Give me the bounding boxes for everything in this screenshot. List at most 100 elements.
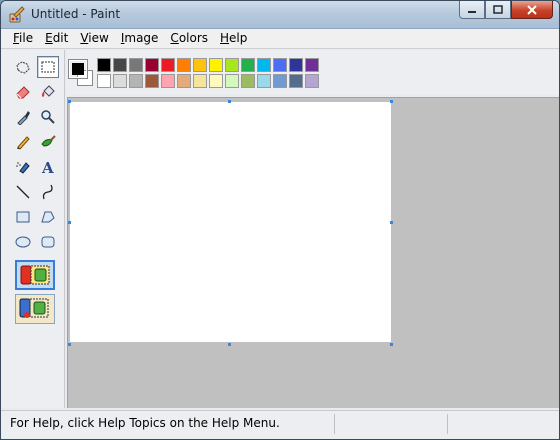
airbrush-tool[interactable] [12,156,34,178]
menu-colors-accel: C [170,31,179,45]
resize-handle-bottom-right[interactable] [390,343,393,346]
color-picker-icon [17,111,30,125]
current-colors[interactable] [68,58,95,88]
menu-image[interactable]: Image [115,29,165,48]
color-swatch[interactable] [145,58,159,72]
menu-edit[interactable]: Edit [39,29,74,48]
paint-app-icon [9,6,25,23]
rounded-rect-icon [41,236,55,248]
resize-handle-bottom-left [68,343,71,346]
rectangle-tool[interactable] [12,206,34,228]
color-swatch[interactable] [161,58,175,72]
color-swatch[interactable] [97,74,111,88]
color-swatch[interactable] [113,74,127,88]
drawing-workspace [67,97,559,408]
color-swatch[interactable] [305,58,319,72]
maximize-icon [493,5,503,14]
drawing-canvas[interactable] [70,102,391,342]
color-swatch[interactable] [145,74,159,88]
resize-handle-top [228,100,231,103]
color-swatch[interactable] [241,74,255,88]
color-swatch[interactable] [289,58,303,72]
color-swatch[interactable] [129,58,143,72]
minimize-button[interactable] [459,1,485,19]
rounded-rect-tool[interactable] [37,231,59,253]
menu-edit-label: dit [52,31,69,45]
close-icon [527,4,537,15]
color-swatch[interactable] [289,74,303,88]
color-swatch[interactable] [225,74,239,88]
text-tool[interactable]: A [37,156,59,178]
status-divider [334,414,335,434]
foreground-color[interactable] [68,59,88,79]
color-swatch[interactable] [193,74,207,88]
polygon-icon [41,211,55,223]
color-swatch[interactable] [257,58,271,72]
ellipse-tool[interactable] [12,231,34,253]
color-swatch[interactable] [97,58,111,72]
resize-handle-bottom[interactable] [228,343,231,346]
color-swatch[interactable] [273,58,287,72]
paint-window: Untitled - Paint File Edit View Image Co… [0,0,560,440]
menu-view-label: iew [88,31,109,45]
menu-view[interactable]: View [74,29,114,48]
menu-file[interactable]: File [7,29,39,48]
rect-select-tool[interactable] [37,56,59,78]
magnifier-tool[interactable] [37,106,59,128]
swatch-grid [97,58,321,90]
menu-help-accel: H [220,31,230,45]
eraser-icon [16,86,30,99]
rectangle-icon [16,211,30,223]
svg-text:A: A [41,159,54,175]
close-button[interactable] [511,1,553,19]
curve-tool[interactable] [37,181,59,203]
free-form-select-tool[interactable] [12,57,34,79]
menu-image-label: mage [124,31,159,45]
color-swatch[interactable] [209,58,223,72]
resize-handle-top-left [68,100,71,103]
color-swatch[interactable] [273,74,287,88]
transparent-selection-icon [19,298,49,318]
eraser-tool[interactable] [12,81,34,103]
brush-tool[interactable] [37,131,59,153]
brush-icon [41,135,56,147]
line-icon [16,185,30,199]
line-tool[interactable] [12,181,34,203]
foreground-swatch [72,63,84,75]
fill-bucket-icon [42,85,55,97]
transparent-selection-option[interactable] [15,294,55,324]
menu-help[interactable]: Help [214,29,253,48]
rect-select-icon [41,61,55,73]
title-bar[interactable]: Untitled - Paint [1,1,559,29]
window-title: Untitled - Paint [31,7,121,21]
polygon-tool[interactable] [37,206,59,228]
color-swatch[interactable] [193,58,207,72]
color-swatch[interactable] [113,58,127,72]
resize-handle-left [68,221,71,224]
pencil-tool[interactable] [12,131,34,153]
status-help-text: For Help, click Help Topics on the Help … [10,416,280,430]
toolbox: A [1,50,65,408]
color-swatch[interactable] [161,74,175,88]
color-swatch[interactable] [129,74,143,88]
color-swatch[interactable] [241,58,255,72]
color-swatch[interactable] [225,58,239,72]
opaque-selection-option[interactable] [15,260,55,290]
resize-handle-top-right [390,100,393,103]
color-swatch[interactable] [257,74,271,88]
magnifier-icon [41,110,55,124]
color-swatch[interactable] [209,74,223,88]
curve-icon [42,184,53,200]
color-picker-tool[interactable] [12,106,34,128]
color-swatch[interactable] [177,58,191,72]
free-form-select-icon [16,61,30,74]
color-swatch[interactable] [177,74,191,88]
maximize-button[interactable] [485,1,511,19]
fill-bucket-tool[interactable] [37,81,59,103]
menu-edit-accel: E [45,31,53,45]
ellipse-icon [15,236,31,248]
status-divider [447,414,448,434]
menu-colors[interactable]: Colors [164,29,214,48]
color-swatch[interactable] [305,74,319,88]
resize-handle-right[interactable] [390,221,393,224]
